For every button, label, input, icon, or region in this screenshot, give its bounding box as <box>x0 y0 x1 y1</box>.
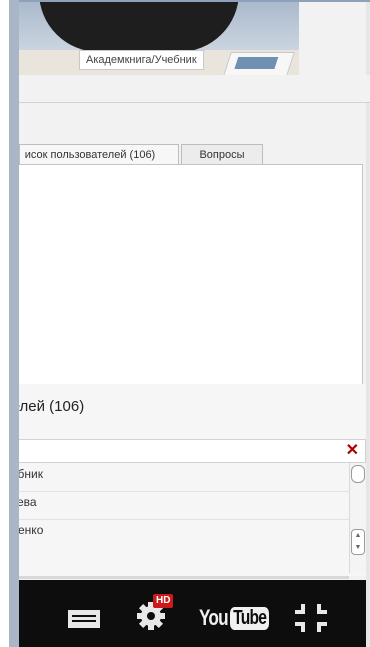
youtube-logo[interactable]: You Tube <box>199 602 280 634</box>
youtube-logo-you: You <box>199 605 229 630</box>
captions-button[interactable] <box>65 604 103 634</box>
list-scrollbar[interactable]: ▲ ▼ <box>349 463 366 573</box>
user-list: ебник сева ленко <box>19 463 349 573</box>
settings-button[interactable]: HD <box>131 594 174 636</box>
user-search-input[interactable]: ✕ <box>19 439 366 463</box>
sidebar-edge <box>9 0 19 647</box>
youtube-logo-tube: Tube <box>230 606 270 630</box>
player-control-bar: HD You Tube <box>19 580 366 647</box>
tab-questions[interactable]: Вопросы <box>181 144 263 165</box>
exit-fullscreen-button[interactable] <box>291 600 331 636</box>
list-item[interactable]: ленко <box>19 519 349 547</box>
users-panel-title: телей (106) <box>19 398 85 415</box>
scrollbar-thumb[interactable] <box>351 465 365 483</box>
tab-content-pane <box>19 164 363 386</box>
captions-icon <box>68 610 100 628</box>
list-item[interactable]: ебник <box>19 463 349 492</box>
video-caption: Академкнига/Учебник <box>79 50 204 70</box>
video-thumbnail[interactable]: Академкнига/Учебник <box>19 0 299 75</box>
close-icon[interactable]: ✕ <box>346 441 359 461</box>
scrollbar-arrows[interactable]: ▲ ▼ <box>351 529 365 555</box>
separator-line <box>19 102 370 103</box>
tab-user-list[interactable]: исок пользователей (106) <box>19 144 179 165</box>
video-tablet <box>223 52 295 75</box>
list-item[interactable]: сева <box>19 491 349 520</box>
left-rail <box>0 0 9 647</box>
separator-band <box>19 75 370 103</box>
users-panel: телей (106) ✕ ебник сева ленко ▲▼ <box>19 384 366 576</box>
panel-bottom-border <box>19 576 349 579</box>
top-border <box>19 0 370 2</box>
hd-badge: HD <box>153 594 174 608</box>
exit-fullscreen-icon <box>295 604 327 632</box>
